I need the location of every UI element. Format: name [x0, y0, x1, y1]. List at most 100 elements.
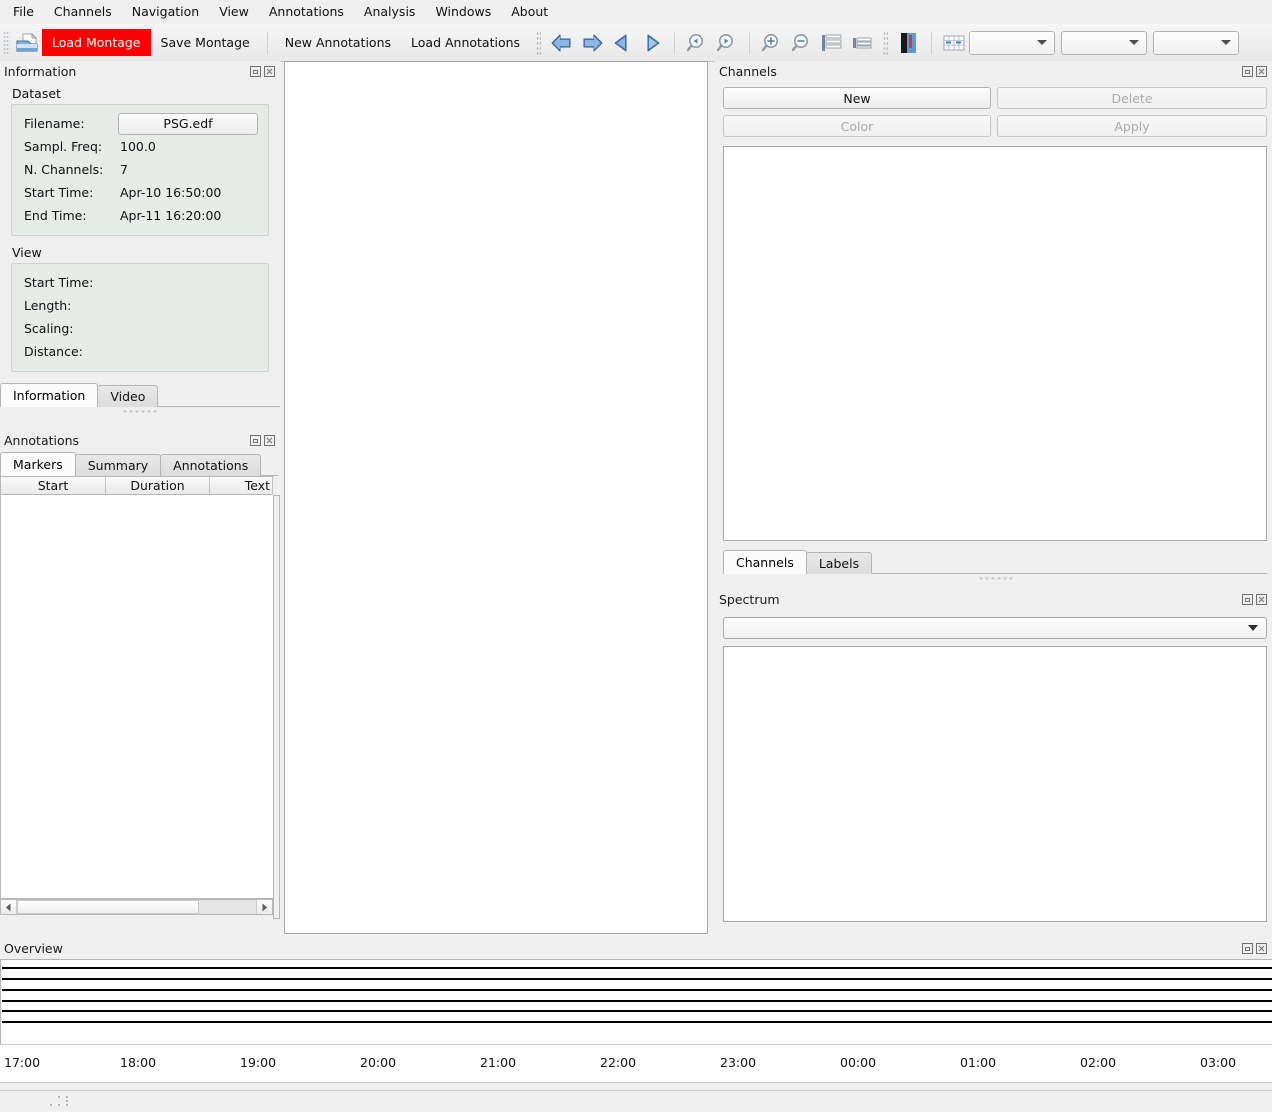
view-group-label: View: [12, 245, 42, 260]
information-dock: Information Dataset Filename: PSG.edf Sa…: [0, 61, 280, 421]
n-channels-value: 7: [120, 162, 128, 177]
view-scaling-label: Scaling:: [24, 321, 74, 336]
menu-item-annotations[interactable]: Annotations: [260, 1, 353, 23]
time-tick-label: 02:00: [1080, 1055, 1117, 1070]
toolbar-grip-1[interactable]: [3, 30, 10, 55]
dataset-samplfreq-row: Sampl. Freq: 100.0: [12, 135, 268, 158]
menu-item-about[interactable]: About: [502, 1, 557, 23]
dataset-nchannels-row: N. Channels: 7: [12, 158, 268, 181]
traces-view[interactable]: [284, 61, 708, 934]
grid-markers-icon[interactable]: [939, 29, 969, 57]
annotations-vscrollbar[interactable]: [273, 495, 280, 919]
step-forward-icon[interactable]: [637, 29, 667, 57]
chevron-down-icon: [1129, 40, 1140, 45]
combo-3[interactable]: [1153, 30, 1240, 55]
overview-dock: Overview 17:00 18:00 19:00 20:00 21:00 2…: [0, 938, 1272, 1090]
scroll-track[interactable]: [199, 900, 256, 914]
save-montage-button[interactable]: Save Montage: [151, 29, 260, 56]
overview-trace: [2, 967, 1272, 969]
menu-item-channels[interactable]: Channels: [45, 1, 121, 23]
tab-information[interactable]: Information: [0, 383, 99, 407]
close-icon[interactable]: [264, 435, 275, 446]
new-annotations-button[interactable]: New Annotations: [275, 29, 401, 56]
close-icon[interactable]: [1256, 66, 1267, 77]
view-length-label: Length:: [24, 298, 72, 313]
page-back-icon[interactable]: [547, 29, 577, 57]
channels-dock: Channels New Delete Color Apply Channels…: [715, 61, 1272, 586]
spectrum-plot-area[interactable]: [723, 646, 1267, 922]
time-tick-label: 18:00: [120, 1055, 157, 1070]
sampling-frequency-label: Sampl. Freq:: [24, 139, 103, 154]
load-annotations-button[interactable]: Load Annotations: [401, 29, 530, 56]
menu-item-analysis[interactable]: Analysis: [355, 1, 425, 23]
filename-button[interactable]: PSG.edf: [118, 112, 258, 135]
scroll-left-icon[interactable]: [1, 900, 17, 914]
time-tick-label: 20:00: [360, 1055, 397, 1070]
scroll-right-icon[interactable]: [256, 900, 272, 914]
float-icon[interactable]: [250, 66, 261, 77]
toolbar-separator-5: [883, 30, 889, 55]
filename-label: Filename:: [24, 116, 85, 131]
open-file-icon[interactable]: [12, 29, 42, 57]
dataset-filename-row: Filename: PSG.edf: [12, 112, 268, 135]
tab-labels[interactable]: Labels: [805, 552, 873, 574]
zoom-time-out-icon[interactable]: [682, 29, 712, 57]
scroll-thumb[interactable]: [17, 900, 199, 914]
float-icon[interactable]: [1242, 943, 1253, 954]
time-tick-label: 01:00: [960, 1055, 997, 1070]
tab-markers[interactable]: Markers: [0, 452, 76, 476]
color-bar-icon[interactable]: [894, 29, 924, 57]
time-tick-label: 21:00: [480, 1055, 517, 1070]
resize-grip[interactable]: [44, 1096, 70, 1109]
tab-summary[interactable]: Summary: [74, 454, 162, 476]
zoom-amplitude-in-icon[interactable]: [757, 29, 787, 57]
tab-channels[interactable]: Channels: [723, 550, 807, 574]
menu-bar: File Channels Navigation View Annotation…: [0, 0, 1272, 24]
information-title-label: Information: [4, 64, 77, 79]
distance-more-icon[interactable]: [817, 29, 847, 57]
load-montage-button[interactable]: Load Montage: [42, 29, 151, 56]
distance-less-icon[interactable]: [847, 29, 877, 57]
combo-1[interactable]: [969, 30, 1056, 55]
column-header-text[interactable]: Text: [210, 477, 273, 494]
column-header-duration[interactable]: Duration: [106, 477, 210, 494]
float-icon[interactable]: [250, 435, 261, 446]
float-icon[interactable]: [1242, 594, 1253, 605]
menu-item-navigation[interactable]: Navigation: [123, 1, 208, 23]
dataset-endtime-row: End Time: Apr-11 16:20:00: [12, 204, 268, 227]
close-icon[interactable]: [1256, 594, 1267, 605]
time-tick-label: 03:00: [1200, 1055, 1237, 1070]
dataset-start-time-value: Apr-10 16:50:00: [120, 185, 222, 200]
overview-trace: [2, 1010, 1272, 1012]
spectrum-channel-select[interactable]: [723, 617, 1267, 639]
zoom-time-in-icon[interactable]: [712, 29, 742, 57]
step-back-icon[interactable]: [607, 29, 637, 57]
float-icon[interactable]: [1242, 66, 1253, 77]
overview-canvas[interactable]: [0, 959, 1272, 1045]
tab-annotations[interactable]: Annotations: [160, 454, 262, 476]
menu-item-view[interactable]: View: [210, 1, 258, 23]
information-splitter[interactable]: [0, 407, 280, 416]
combo-2[interactable]: [1061, 30, 1148, 55]
close-icon[interactable]: [1256, 943, 1267, 954]
toolbar: Load Montage Save Montage New Annotation…: [0, 24, 1272, 62]
close-icon[interactable]: [264, 66, 275, 77]
axis-baseline: [0, 1082, 1272, 1083]
chevron-down-icon: [1248, 625, 1258, 631]
channel-groups-list[interactable]: [723, 146, 1267, 541]
channels-splitter[interactable]: [723, 574, 1268, 583]
spectrum-dock-title: Spectrum: [715, 589, 1272, 610]
column-header-start[interactable]: Start: [1, 477, 106, 494]
annotations-title-label: Annotations: [4, 433, 80, 448]
new-channel-button[interactable]: New: [723, 87, 991, 109]
menu-item-file[interactable]: File: [4, 1, 43, 23]
tab-video[interactable]: Video: [97, 385, 159, 407]
information-dock-title: Information: [0, 61, 280, 82]
annotations-table-body[interactable]: [0, 495, 273, 899]
annotations-hscrollbar[interactable]: [0, 899, 273, 915]
view-group: Start Time: Length: Scaling: Distance:: [11, 263, 269, 372]
zoom-amplitude-out-icon[interactable]: [787, 29, 817, 57]
menu-item-windows[interactable]: Windows: [426, 1, 500, 23]
overview-dock-title: Overview: [0, 938, 1272, 959]
page-forward-icon[interactable]: [577, 29, 607, 57]
